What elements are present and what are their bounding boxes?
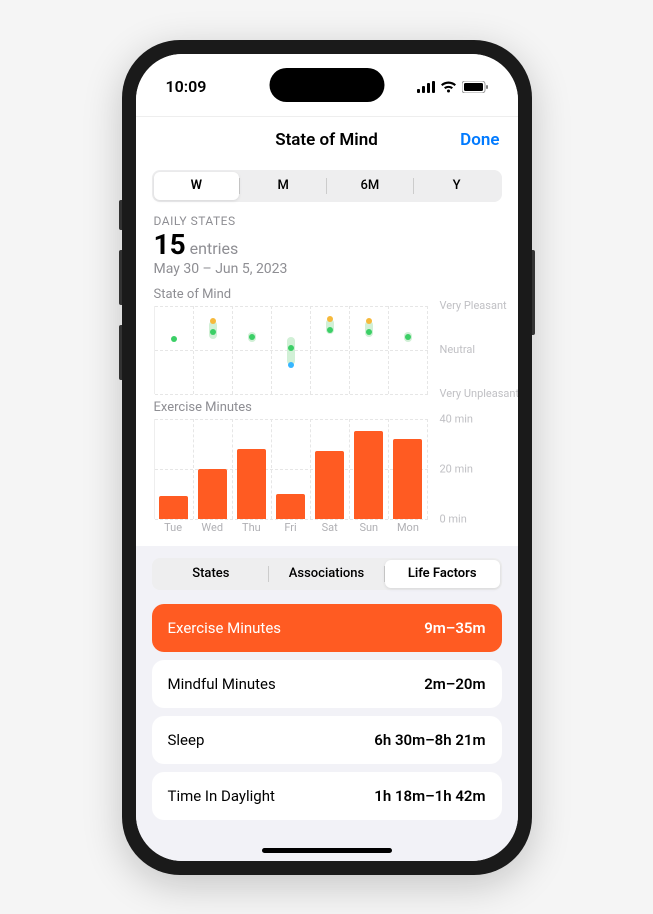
exercise-minutes-chart: Exercise Minutes 0 min20 min40 min TueWe… bbox=[136, 394, 518, 534]
y-axis-label: 0 min bbox=[440, 512, 467, 525]
dynamic-island bbox=[269, 68, 384, 102]
detail-tab-states[interactable]: States bbox=[154, 560, 269, 588]
phone-frame: 10:09 State of Mind Done W M 6M Y DA bbox=[122, 40, 532, 875]
data-point bbox=[327, 316, 333, 322]
life-factors-panel: States Associations Life Factors Exercis… bbox=[136, 546, 518, 861]
data-point bbox=[327, 327, 333, 333]
y-axis-label: Very Unpleasant bbox=[440, 387, 518, 399]
chart-column bbox=[272, 306, 311, 394]
done-button[interactable]: Done bbox=[460, 130, 499, 150]
chart-column bbox=[194, 306, 233, 394]
life-factor-row[interactable]: Time In Daylight 1h 18m–1h 42m bbox=[152, 772, 502, 820]
life-factor-value: 1h 18m–1h 42m bbox=[374, 787, 485, 805]
life-factor-value: 9m–35m bbox=[424, 619, 485, 637]
x-axis-label: Mon bbox=[388, 521, 427, 534]
chart-column bbox=[311, 306, 350, 394]
data-point bbox=[405, 334, 411, 340]
data-point bbox=[210, 329, 216, 335]
chart-column bbox=[350, 419, 389, 519]
data-point bbox=[210, 318, 216, 324]
data-point bbox=[249, 334, 255, 340]
wifi-icon bbox=[440, 81, 457, 93]
battery-icon bbox=[462, 81, 488, 93]
x-axis-label: Tue bbox=[154, 521, 193, 534]
data-point bbox=[288, 362, 294, 368]
chart-column bbox=[155, 419, 194, 519]
period-tab-m[interactable]: M bbox=[240, 172, 326, 200]
data-point bbox=[288, 345, 294, 351]
y-axis-label: 20 min bbox=[440, 462, 474, 475]
bar bbox=[354, 431, 383, 519]
detail-tab-associations[interactable]: Associations bbox=[269, 560, 384, 588]
bar bbox=[198, 469, 227, 519]
page-title: State of Mind bbox=[275, 130, 378, 150]
life-factor-row[interactable]: Mindful Minutes 2m–20m bbox=[152, 660, 502, 708]
chart-column bbox=[389, 419, 428, 519]
life-factor-row[interactable]: Exercise Minutes 9m–35m bbox=[152, 604, 502, 652]
entry-unit: entries bbox=[190, 239, 239, 258]
bar bbox=[315, 451, 344, 519]
date-range: May 30 – Jun 5, 2023 bbox=[154, 261, 500, 277]
x-axis-label: Thu bbox=[232, 521, 271, 534]
state-of-mind-chart: State of Mind Very PleasantNeutralVery U… bbox=[136, 281, 518, 394]
data-point bbox=[366, 329, 372, 335]
summary-block: DAILY STATES 15 entries May 30 – Jun 5, … bbox=[136, 208, 518, 281]
x-axis-label: Sun bbox=[349, 521, 388, 534]
life-factor-value: 2m–20m bbox=[424, 675, 485, 693]
entry-count: 15 bbox=[154, 228, 186, 261]
chart-column bbox=[155, 306, 194, 394]
home-indicator[interactable] bbox=[262, 848, 392, 853]
life-factor-value: 6h 30m–8h 21m bbox=[374, 731, 485, 749]
y-axis-label: Neutral bbox=[440, 343, 476, 355]
chart-column bbox=[233, 419, 272, 519]
chart-column bbox=[389, 306, 428, 394]
life-factor-label: Time In Daylight bbox=[168, 787, 275, 805]
period-tab-w[interactable]: W bbox=[154, 172, 240, 200]
life-factor-label: Mindful Minutes bbox=[168, 675, 276, 693]
status-icons bbox=[417, 81, 488, 93]
x-axis-label: Sat bbox=[310, 521, 349, 534]
data-point bbox=[366, 318, 372, 324]
chart-column bbox=[194, 419, 233, 519]
bar bbox=[393, 439, 422, 519]
x-axis-label: Fri bbox=[271, 521, 310, 534]
chart-column bbox=[272, 419, 311, 519]
bar bbox=[159, 496, 188, 519]
data-point bbox=[171, 336, 177, 342]
detail-segmented-control[interactable]: States Associations Life Factors bbox=[152, 558, 502, 590]
bar bbox=[276, 494, 305, 519]
cellular-icon bbox=[417, 81, 435, 93]
nav-bar: State of Mind Done bbox=[136, 116, 518, 164]
summary-label: DAILY STATES bbox=[154, 214, 500, 228]
y-axis-label: 40 min bbox=[440, 412, 474, 425]
period-segmented-control[interactable]: W M 6M Y bbox=[152, 170, 502, 202]
y-axis-label: Very Pleasant bbox=[440, 299, 507, 311]
life-factor-label: Sleep bbox=[168, 731, 205, 749]
chart-column bbox=[350, 306, 389, 394]
bar bbox=[237, 449, 266, 519]
chart-column bbox=[311, 419, 350, 519]
life-factor-label: Exercise Minutes bbox=[168, 619, 282, 637]
status-time: 10:09 bbox=[166, 77, 207, 96]
chart-column bbox=[233, 306, 272, 394]
detail-tab-life-factors[interactable]: Life Factors bbox=[385, 560, 500, 588]
x-axis-label: Wed bbox=[193, 521, 232, 534]
period-tab-6m[interactable]: 6M bbox=[327, 172, 413, 200]
period-tab-y[interactable]: Y bbox=[414, 172, 500, 200]
life-factor-row[interactable]: Sleep 6h 30m–8h 21m bbox=[152, 716, 502, 764]
